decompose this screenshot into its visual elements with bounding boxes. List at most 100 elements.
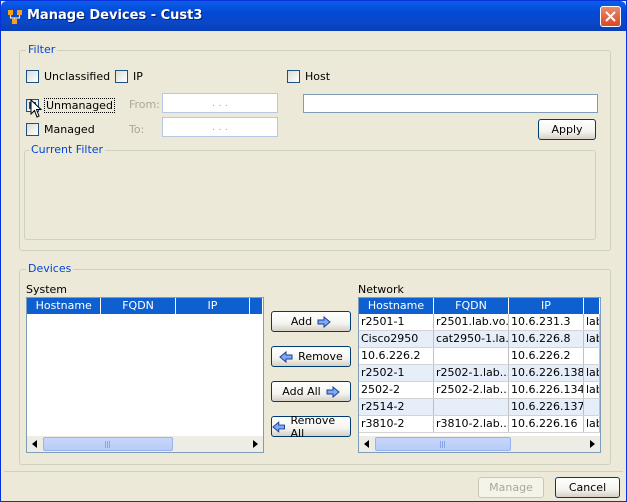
devices-group: Devices System Network Hostname FQDN IP [19,262,611,465]
dialog-body: Filter Unclassified IP Host Unmanaged Ma… [4,31,623,498]
network-hscrollbar[interactable] [359,436,600,452]
table-cell: 10.6.226.134 [511,382,584,398]
arrow-right-icon [317,315,331,328]
remove-button[interactable]: Remove [271,346,351,367]
filter-group: Filter Unclassified IP Host Unmanaged Ma… [19,43,611,251]
system-table-header: Hostname FQDN IP [27,298,263,314]
manage-button-label: Manage [489,481,533,494]
host-box[interactable] [287,70,300,83]
table-cell: lab [584,314,600,330]
window-title: Manage Devices - Cust3 [27,8,203,23]
table-row[interactable]: r2501-1r2501.lab.vo...10.6.231.3lab [359,314,600,331]
network-label: Network [358,283,404,296]
system-table[interactable]: Hostname FQDN IP [26,297,264,453]
managed-box[interactable] [26,123,39,136]
arrow-right-icon [590,440,595,448]
table-cell: 10.6.226.137 [511,399,584,415]
current-filter-legend: Current Filter [29,143,106,156]
network-col-extra [584,298,600,314]
system-hscrollbar[interactable] [27,436,263,452]
network-scroll-thumb[interactable] [375,437,511,451]
table-row[interactable]: r2502-1r2502-1.lab....10.6.226.138lab [359,365,600,382]
network-table[interactable]: Hostname FQDN IP r2501-1 r2501.lab.vo... 1… [358,297,601,453]
add-button[interactable]: Add [271,311,351,332]
ip-label: IP [133,70,143,83]
scroll-left-button[interactable] [359,436,375,452]
close-icon [605,11,616,22]
table-cell [434,348,509,364]
table-row[interactable]: Cisco2950cat2950-1.la...10.6.226.8lab [359,331,600,348]
table-cell: lab [584,382,600,398]
table-cell: lab [584,365,600,381]
apply-button-label: Apply [551,123,583,136]
cancel-button[interactable]: Cancel [555,477,620,498]
host-text-field[interactable] [303,94,598,113]
table-cell: r2502-1.lab.... [436,365,509,381]
table-cell: Cisco2950 [359,331,434,347]
network-col-fqdn[interactable]: FQDN [434,298,509,314]
current-filter-area: Current Filter [24,143,596,240]
table-cell: 10.6.226.8 [509,331,584,347]
unclassified-label: Unclassified [44,70,111,83]
to-label: To: [129,123,145,136]
table-cell [584,399,600,415]
managed-label: Managed [44,123,95,136]
system-col-hostname[interactable]: Hostname [27,298,102,314]
table-cell: 10.6.226.16 [509,416,584,432]
remove-all-button[interactable]: Remove All [271,413,351,440]
host-checkbox[interactable]: Host [287,70,330,83]
table-cell: lab [584,331,600,347]
from-ip-field[interactable]: . . . [162,93,278,113]
table-cell: cat2950-1.la... [436,331,509,347]
filter-legend: Filter [26,43,58,56]
table-cell [434,399,509,415]
arrow-left-icon [32,440,37,448]
network-col-hostname[interactable]: Hostname [359,298,434,314]
mouse-cursor-icon [30,99,43,118]
ip-box[interactable] [115,70,128,83]
manage-devices-window: Manage Devices - Cust3 Filter Unclassifi… [0,0,627,502]
add-all-button[interactable]: Add All [271,381,351,402]
ip-checkbox[interactable]: IP [115,70,143,83]
table-cell: 10.6.231.3 [509,314,584,330]
apply-button[interactable]: Apply [538,119,596,140]
title-bar[interactable]: Manage Devices - Cust3 [1,1,626,31]
table-cell: 10.6.226.2 [359,348,434,364]
table-row[interactable]: 10.6.226.2 10.6.226.2 [359,348,600,365]
arrow-right-icon [326,385,340,398]
system-col-fqdn[interactable]: FQDN [101,298,176,314]
unclassified-box[interactable] [26,70,39,83]
managed-checkbox[interactable]: Managed [26,123,95,136]
table-row[interactable]: r2514-2 10.6.226.137 [359,399,600,416]
manage-button[interactable]: Manage [478,477,544,498]
scroll-left-button[interactable] [27,436,43,452]
table-cell: 10.6.226.138 [511,365,584,381]
system-scroll-thumb[interactable] [43,437,173,451]
network-col-ip[interactable]: IP [509,298,584,314]
scroll-right-button[interactable] [247,436,263,452]
cancel-button-label: Cancel [568,481,607,494]
system-col-extra [250,298,263,314]
table-cell: r2502-1 [359,365,434,381]
table-cell: r2514-2 [359,399,434,415]
system-col-ip[interactable]: IP [176,298,251,314]
table-cell: lab [584,416,600,432]
table-cell: 10.6.226.2 [509,348,584,364]
scroll-right-button[interactable] [584,436,600,452]
add-button-label: Add [290,315,313,328]
arrow-left-icon [364,440,369,448]
table-cell: r2501-1 [359,314,434,330]
table-row[interactable]: 2502-2r2502-2.lab....10.6.226.134lab [359,382,600,399]
table-cell: r3810-2.lab.... [436,416,509,432]
close-button[interactable] [600,6,621,27]
unclassified-checkbox[interactable]: Unclassified [26,70,110,83]
table-cell: r3810-2 [359,416,434,432]
remove-all-button-label: Remove All [290,413,336,440]
table-cell: r2502-2.lab.... [436,382,509,398]
table-cell [584,348,600,364]
table-row[interactable]: r3810-2r3810-2.lab....10.6.226.16lab [359,416,600,433]
from-label: From: [129,98,160,111]
network-table-body: r2501-1r2501.lab.vo...10.6.231.3labCisco… [359,314,600,433]
to-ip-field[interactable]: . . . [162,117,278,137]
footer-separator [4,471,623,472]
